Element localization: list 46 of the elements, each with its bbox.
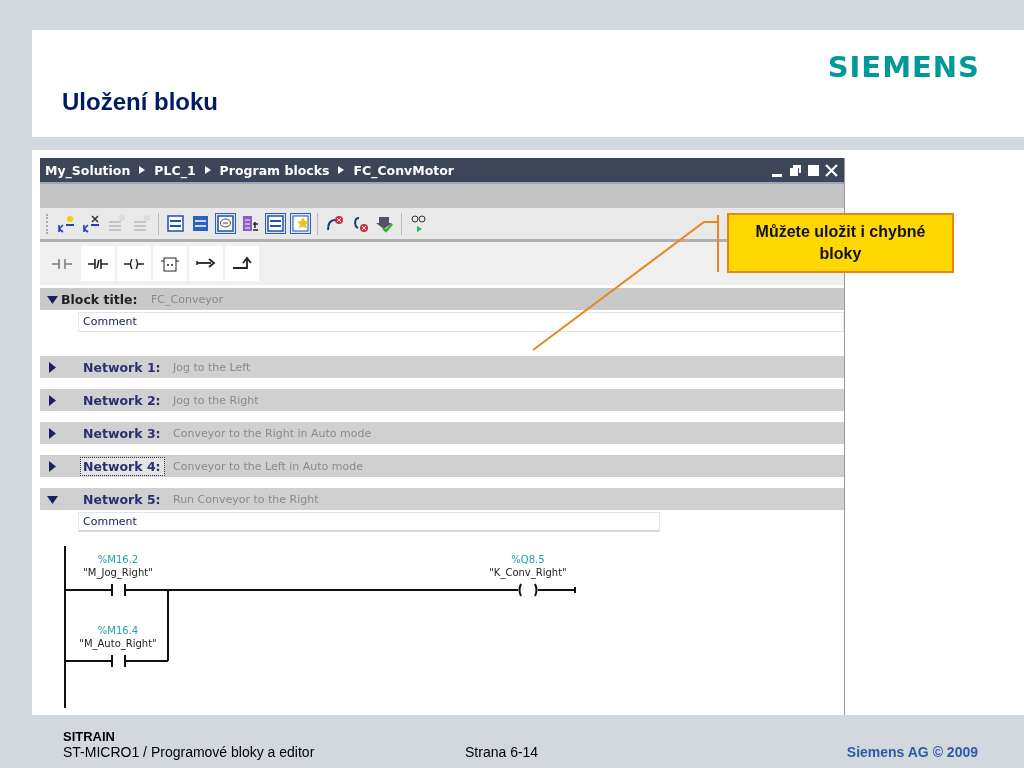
block-title-label: Block title: — [61, 291, 139, 307]
list-icon[interactable] — [165, 213, 186, 234]
glasses-icon[interactable] — [408, 213, 429, 234]
comment-field[interactable]: Comment — [78, 312, 844, 332]
network-add-icon[interactable] — [56, 213, 77, 234]
comment-field[interactable]: Comment — [78, 512, 660, 532]
coil-icon[interactable] — [117, 246, 151, 281]
network-label[interactable]: Network 3: — [80, 423, 165, 443]
operand-tag[interactable]: "M_Auto_Right" — [79, 638, 157, 649]
list-icon[interactable] — [190, 213, 211, 234]
operand-tag[interactable]: "M_Jog_Right" — [83, 567, 153, 578]
network-label[interactable]: Network 5: — [80, 489, 165, 509]
breadcrumb-item[interactable]: FC_ConvMotor — [353, 162, 454, 178]
copyright: Siemens AG © 2009 — [846, 744, 978, 760]
breadcrumb-item[interactable]: PLC_1 — [154, 162, 196, 178]
maximize-icon[interactable] — [807, 163, 820, 177]
network-label[interactable]: Network 1: — [80, 357, 165, 377]
tag-list-icon[interactable] — [240, 213, 261, 234]
expand-triangle-icon[interactable] — [47, 361, 58, 373]
operand-tag[interactable]: "K_Conv_Right" — [489, 567, 567, 578]
negated-contact-icon[interactable] — [81, 246, 115, 281]
speech-bubble-icon[interactable] — [215, 213, 236, 234]
breadcrumb-item[interactable]: My_Solution — [45, 162, 131, 178]
footer-brand: SITRAIN — [63, 729, 116, 744]
network-label[interactable]: Network 2: — [80, 390, 165, 410]
expand-triangle-icon[interactable] — [47, 460, 58, 472]
separator-arrow-icon — [139, 166, 146, 174]
logo: SIEMENS — [827, 50, 980, 86]
breadcrumb-item[interactable]: Program blocks — [219, 162, 330, 178]
network-label[interactable]: Network 4: — [80, 456, 165, 476]
restore-icon[interactable] — [789, 163, 802, 177]
collapse-triangle-icon[interactable] — [47, 293, 58, 305]
close-icon[interactable] — [825, 163, 838, 177]
expand-triangle-icon[interactable] — [47, 427, 58, 439]
slide-title: Uložení bloku — [62, 88, 218, 117]
separator-arrow-icon — [204, 166, 211, 174]
list-icon[interactable] — [265, 213, 286, 234]
separator-arrow-icon — [338, 166, 345, 174]
expand-triangle-icon[interactable] — [47, 394, 58, 406]
coil-symbol — [518, 583, 538, 597]
callout: Můžete uložit i chybné bloky — [727, 213, 954, 273]
star-list-icon[interactable] — [290, 213, 311, 234]
network-delete-icon[interactable] — [81, 213, 102, 234]
collapse-triangle-icon[interactable] — [47, 493, 58, 505]
footer-course: ST-MICRO1 / Programové bloky a editor — [63, 744, 316, 760]
page-number: Strana 6-14 — [465, 744, 540, 760]
